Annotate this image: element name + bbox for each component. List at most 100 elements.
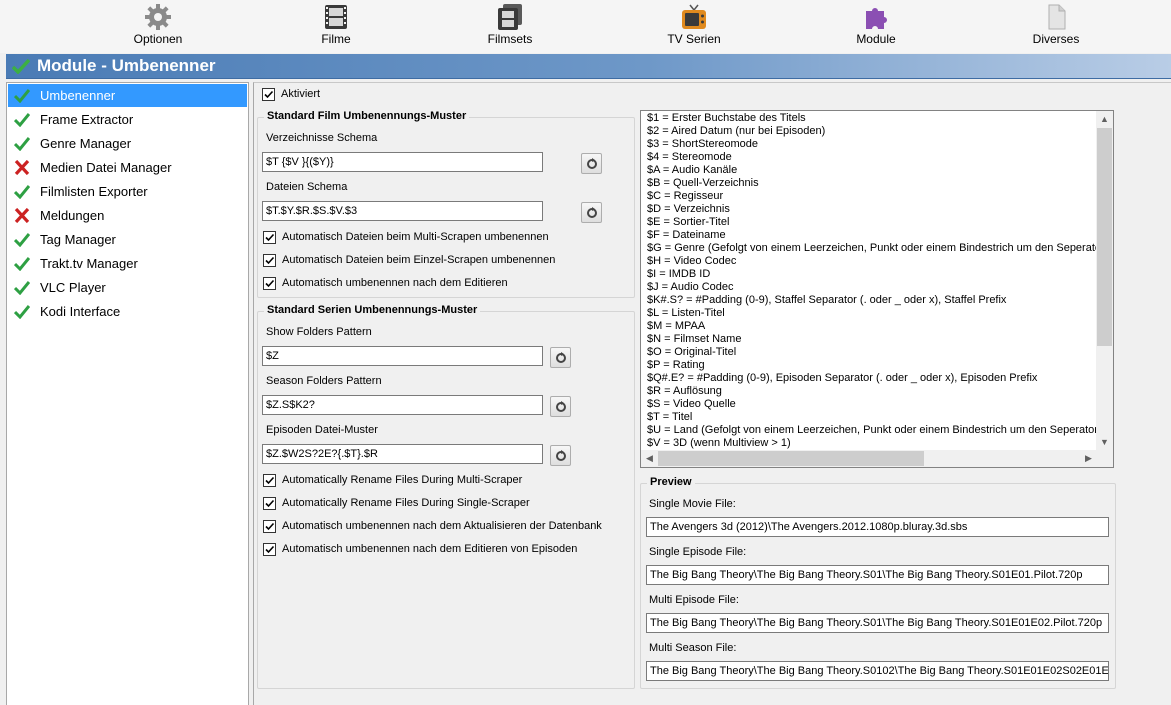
reset-show-folders-button[interactable] bbox=[550, 347, 571, 368]
sidebar-item-label: Trakt.tv Manager bbox=[40, 256, 138, 271]
multi-season-preview[interactable]: The Big Bang Theory\The Big Bang Theory.… bbox=[646, 661, 1109, 681]
toolbar-module[interactable]: Module bbox=[836, 0, 916, 53]
series-after-edit-checkbox[interactable] bbox=[263, 543, 276, 556]
page-title: Module - Umbenenner bbox=[37, 56, 216, 75]
checkmark-icon bbox=[12, 58, 30, 74]
toolbar-label: Module bbox=[856, 32, 896, 46]
variable-line: $E = Sortier-Titel bbox=[647, 216, 730, 228]
main-toolbar: Optionen Filme Filmsets TV Serien Module… bbox=[0, 0, 1171, 53]
file-schema-input[interactable]: $T.$Y.$R.$S.$V.$3 bbox=[262, 201, 543, 221]
multi-episode-preview[interactable]: The Big Bang Theory\The Big Bang Theory.… bbox=[646, 613, 1109, 633]
reset-icon bbox=[587, 207, 597, 218]
checkbox-check-icon bbox=[265, 279, 275, 288]
variable-line: $M = MPAA bbox=[647, 320, 706, 332]
reset-season-folders-button[interactable] bbox=[550, 396, 571, 417]
checkbox-label: Automatisch umbenennen nach dem Editiere… bbox=[282, 277, 508, 289]
sidebar-item-label: Meldungen bbox=[40, 208, 105, 223]
checkmark-icon bbox=[14, 185, 30, 199]
toolbar-filmsets[interactable]: Filmsets bbox=[470, 0, 550, 53]
scroll-up-icon[interactable]: ▲ bbox=[1096, 111, 1113, 128]
folder-schema-input[interactable]: $T {$V }{($Y)} bbox=[262, 152, 543, 172]
variable-line: $S = Video Quelle bbox=[647, 398, 736, 410]
season-folders-label: Season Folders Pattern bbox=[266, 375, 382, 387]
sidebar-item-tag-manager[interactable]: Tag Manager bbox=[8, 228, 247, 251]
scroll-right-icon[interactable]: ▶ bbox=[1080, 450, 1097, 467]
single-episode-label: Single Episode File: bbox=[649, 546, 747, 558]
checkmark-icon bbox=[14, 113, 30, 127]
toolbar-label: Filmsets bbox=[487, 32, 533, 46]
variable-line: $H = Video Codec bbox=[647, 255, 737, 267]
reset-icon bbox=[587, 158, 597, 169]
horizontal-scrollbar[interactable]: ◀ ▶ bbox=[641, 450, 1097, 467]
folder-schema-label: Verzeichnisse Schema bbox=[266, 132, 378, 144]
show-folders-input[interactable]: $Z bbox=[262, 346, 543, 366]
episode-pattern-input[interactable]: $Z.$W2S?2E?{.$T}.$R bbox=[262, 444, 543, 464]
series-single-scrape-checkbox[interactable] bbox=[263, 497, 276, 510]
document-icon bbox=[1048, 4, 1066, 30]
sidebar-item-trakt-manager[interactable]: Trakt.tv Manager bbox=[8, 252, 247, 275]
preview-group: Preview Single Movie File: The Avengers … bbox=[640, 476, 1116, 689]
sidebar-item-kodi-interface[interactable]: Kodi Interface bbox=[8, 300, 247, 323]
reset-folder-schema-button[interactable] bbox=[581, 153, 602, 174]
sidebar-item-label: Filmlisten Exporter bbox=[40, 184, 148, 199]
settings-panel: Aktiviert Standard Film Umbenennungs-Mus… bbox=[253, 82, 1171, 705]
sidebar-item-meldungen[interactable]: Meldungen bbox=[8, 204, 247, 227]
series-after-db-update-checkbox[interactable] bbox=[263, 520, 276, 533]
single-movie-preview[interactable]: The Avengers 3d (2012)\The Avengers.2012… bbox=[646, 517, 1109, 537]
single-episode-preview[interactable]: The Big Bang Theory\The Big Bang Theory.… bbox=[646, 565, 1109, 585]
checkbox-check-icon bbox=[264, 90, 274, 99]
variable-line: $1 = Erster Buchstabe des Titels bbox=[647, 112, 806, 124]
sidebar-item-vlc-player[interactable]: VLC Player bbox=[8, 276, 247, 299]
reset-file-schema-button[interactable] bbox=[581, 202, 602, 223]
cross-icon bbox=[14, 208, 30, 223]
film-icon bbox=[325, 5, 347, 29]
checkbox-label: Automatically Rename Files During Multi-… bbox=[282, 474, 523, 486]
sidebar-item-label: VLC Player bbox=[40, 280, 106, 295]
scroll-down-icon[interactable]: ▼ bbox=[1096, 434, 1113, 451]
reset-icon bbox=[556, 450, 566, 461]
variable-line: $L = Listen-Titel bbox=[647, 307, 725, 319]
variables-text: $1 = Erster Buchstabe des Titels $2 = Air… bbox=[647, 112, 1097, 450]
sidebar-item-medien-datei-manager[interactable]: Medien Datei Manager bbox=[8, 156, 247, 179]
checkmark-icon bbox=[14, 233, 30, 247]
series-multi-scrape-checkbox[interactable] bbox=[263, 474, 276, 487]
puzzle-icon bbox=[866, 8, 887, 29]
variable-line: $G = Genre (Gefolgt von einem Leerzeiche… bbox=[647, 242, 1097, 254]
group-title: Standard Serien Umbenennungs-Muster bbox=[264, 304, 481, 316]
toolbar-diverses[interactable]: Diverses bbox=[1016, 0, 1096, 53]
checkmark-icon bbox=[14, 305, 30, 319]
activated-label: Aktiviert bbox=[281, 88, 321, 100]
sidebar-item-genre-manager[interactable]: Genre Manager bbox=[8, 132, 247, 155]
pattern-variables-list[interactable]: $1 = Erster Buchstabe des Titels $2 = Air… bbox=[640, 110, 1114, 468]
scrollbar-thumb[interactable] bbox=[658, 451, 924, 466]
scrollbar-thumb[interactable] bbox=[1097, 128, 1112, 346]
reset-icon bbox=[556, 352, 566, 363]
toolbar-label: Optionen bbox=[133, 32, 183, 46]
toolbar-label: TV Serien bbox=[667, 32, 721, 46]
sidebar-item-umbenenner[interactable]: Umbenenner bbox=[8, 84, 247, 107]
movie-multi-scrape-checkbox[interactable] bbox=[263, 231, 276, 244]
vertical-scrollbar[interactable]: ▲ ▼ bbox=[1096, 111, 1113, 451]
variable-line: $T = Titel bbox=[647, 411, 693, 423]
module-header: Module - Umbenenner bbox=[6, 54, 1171, 79]
sidebar-item-filmlisten-exporter[interactable]: Filmlisten Exporter bbox=[8, 180, 247, 203]
season-folders-input[interactable]: $Z.S$K2? bbox=[262, 395, 543, 415]
checkbox-check-icon bbox=[265, 256, 275, 265]
sidebar-item-label: Medien Datei Manager bbox=[40, 160, 172, 175]
sidebar-item-label: Kodi Interface bbox=[40, 304, 121, 319]
reset-icon bbox=[556, 401, 566, 412]
toolbar-filme[interactable]: Filme bbox=[296, 0, 376, 53]
movie-after-edit-checkbox[interactable] bbox=[263, 277, 276, 290]
scroll-left-icon[interactable]: ◀ bbox=[641, 450, 658, 467]
movie-single-scrape-checkbox[interactable] bbox=[263, 254, 276, 267]
variable-line: $K#.S? = #Padding (0-9), Staffel Separat… bbox=[647, 294, 1007, 306]
variable-line: $I = IMDB ID bbox=[647, 268, 711, 280]
reset-episode-pattern-button[interactable] bbox=[550, 445, 571, 466]
group-title: Preview bbox=[647, 476, 695, 488]
show-folders-label: Show Folders Pattern bbox=[266, 326, 372, 338]
toolbar-tv-serien[interactable]: TV Serien bbox=[654, 0, 734, 53]
toolbar-optionen[interactable]: Optionen bbox=[118, 0, 198, 53]
variable-line: $P = Rating bbox=[647, 359, 705, 371]
sidebar-item-frame-extractor[interactable]: Frame Extractor bbox=[8, 108, 247, 131]
activated-checkbox[interactable] bbox=[262, 88, 275, 101]
